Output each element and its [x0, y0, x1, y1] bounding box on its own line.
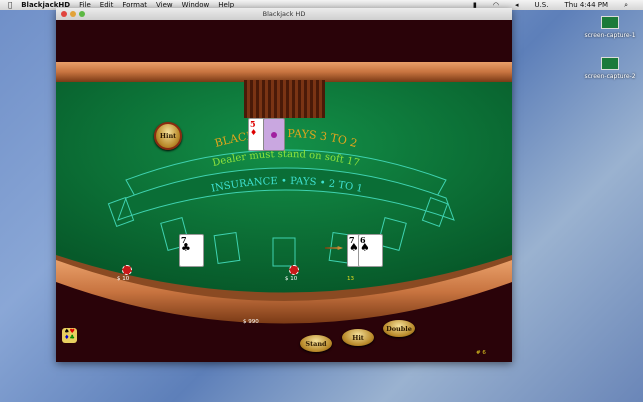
bet-chip	[289, 265, 299, 275]
dealer-hidden-card	[263, 118, 285, 151]
minimize-button[interactable]	[70, 11, 76, 17]
top-rail	[56, 62, 512, 82]
game-area: BLACKJACK PAYS 3 TO 2 Dealer must stand …	[56, 20, 512, 362]
bankroll: $ 990	[243, 319, 259, 325]
table-svg: BLACKJACK PAYS 3 TO 2 Dealer must stand …	[56, 20, 512, 362]
bet-chip	[122, 265, 132, 275]
card-suit: ♣	[181, 241, 191, 254]
card-shoe	[244, 80, 325, 118]
bet-amount: $ 10	[117, 276, 130, 282]
volume-icon[interactable]: ◂	[515, 1, 519, 9]
hand-total: 13	[347, 276, 354, 282]
close-button[interactable]	[61, 11, 67, 17]
clock[interactable]: Thu 4:44 PM	[564, 1, 608, 9]
file-thumbnail-icon	[601, 16, 619, 29]
bet-amount: $ 10	[285, 276, 298, 282]
input-source[interactable]: U.S.	[534, 1, 548, 9]
window-title: Blackjack HD	[262, 10, 306, 18]
player-card: 7 ♣	[179, 234, 204, 267]
hit-button[interactable]: Hit	[342, 329, 374, 346]
zoom-button[interactable]	[79, 11, 85, 17]
app-window: Blackjack HD BLACKJACK PAYS 3 TO 2 Deale…	[56, 8, 512, 362]
desktop-icon[interactable]: screen-capture-1	[575, 16, 643, 39]
round-number: # 6	[476, 350, 486, 356]
hint-button[interactable]: Hint	[154, 122, 182, 150]
stand-button[interactable]: Stand	[300, 335, 332, 352]
file-thumbnail-icon	[601, 57, 619, 70]
apple-menu[interactable]: 	[8, 1, 12, 9]
suits-menu-icon[interactable]: ♠♥ ♦♣	[62, 328, 77, 343]
desktop-icon-label: screen-capture-1	[584, 32, 636, 39]
desktop-icon-label: screen-capture-2	[584, 73, 636, 80]
spotlight-icon[interactable]: ⌕	[624, 1, 628, 10]
player-card: 6 ♠	[358, 234, 383, 267]
double-button[interactable]: Double	[383, 320, 415, 337]
title-bar[interactable]: Blackjack HD	[56, 8, 512, 20]
desktop-icon[interactable]: screen-capture-2	[575, 57, 643, 80]
card-back-pattern	[271, 132, 277, 138]
card-suit: ♠	[360, 241, 370, 254]
